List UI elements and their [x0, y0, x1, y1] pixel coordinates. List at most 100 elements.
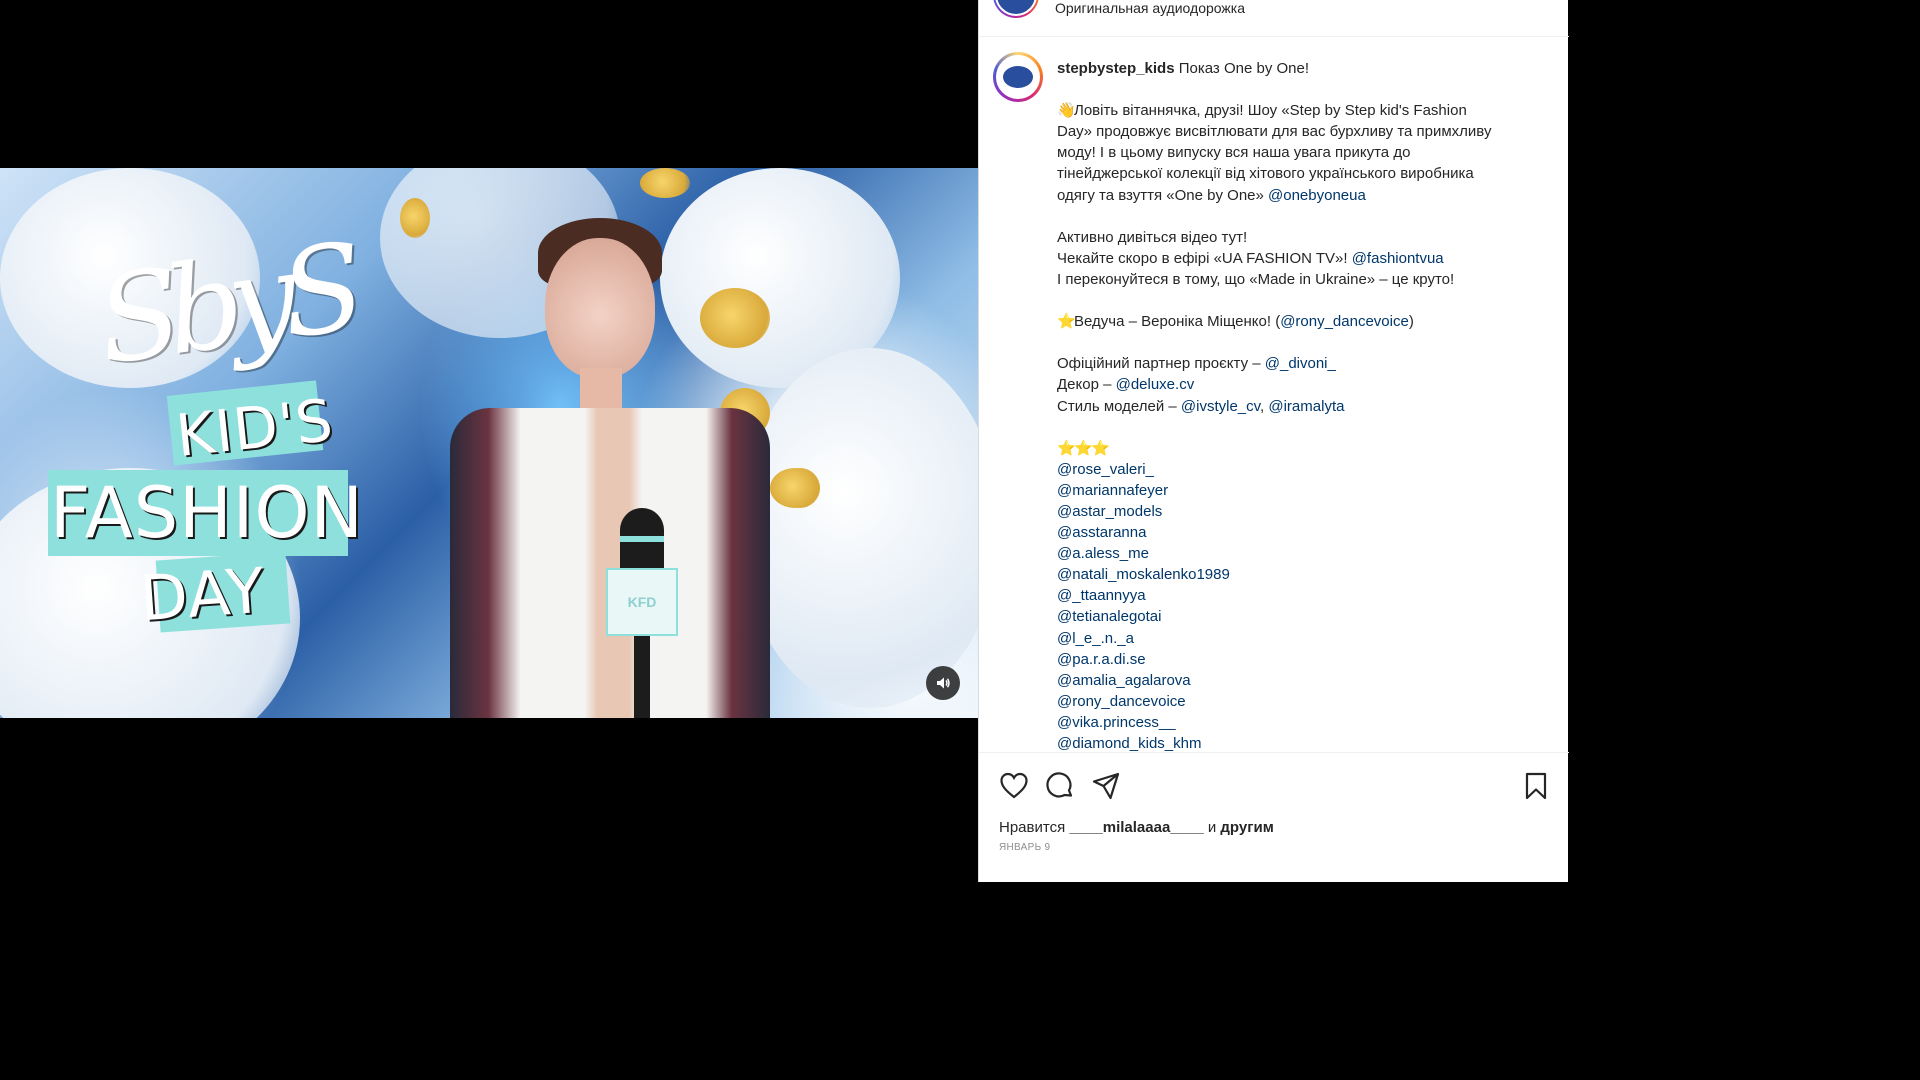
caption-text: Декор – — [1057, 376, 1116, 394]
caption-line: @rose_valeri_ — [1057, 459, 1537, 480]
mention-link[interactable]: @rony_dancevoice — [1280, 313, 1409, 330]
caption-line: Day» продовжує висвітлювати для вас бурх… — [1057, 121, 1537, 142]
audio-row: Оригинальная аудиодорожка — [979, 0, 1569, 37]
caption-text: Чекайте скоро в ефірі «UA FASHION TV»! — [1057, 249, 1352, 267]
emoji: ⭐ — [1091, 439, 1110, 457]
likes-others-link[interactable]: другим — [1220, 819, 1273, 836]
mention-link[interactable]: @_divoni_ — [1265, 355, 1336, 372]
caption-line — [1057, 290, 1537, 311]
presenter-jacket — [450, 408, 770, 718]
likes-prefix: Нравится — [999, 819, 1066, 836]
caption-line: ⭐Ведуча – Вероніка Міщенко! (@rony_dance… — [1057, 311, 1537, 332]
caption-area[interactable]: stepbystep_kids Показ One by One! 👋Ловіть… — [979, 38, 1569, 752]
caption-text: ) — [1408, 313, 1414, 331]
caption-line — [1057, 79, 1537, 100]
presenter-face — [545, 238, 655, 378]
mic-ring — [620, 536, 664, 542]
caption-line: тінейджерської колекції від хітового укр… — [1057, 163, 1537, 184]
caption-line: @rony_dancevoice — [1057, 691, 1537, 712]
mention-link[interactable]: @vika.princess__ — [1057, 714, 1176, 731]
logo-script: SbyS — [89, 219, 360, 392]
mention-link[interactable]: @onebyoneua — [1268, 187, 1366, 204]
caption-line: І переконуйтеся в тому, що «Made in Ukra… — [1057, 269, 1537, 290]
caption-line: @asstaranna — [1057, 522, 1537, 543]
action-bar: Нравится ____milalaaaa____ и другим ЯНВА… — [979, 752, 1569, 882]
emoji: ⭐ — [1074, 439, 1093, 457]
presenter: KFD — [430, 218, 810, 718]
caption-line — [1057, 206, 1537, 227]
author-avatar[interactable] — [993, 52, 1043, 102]
caption-line: одягу та взуття «One by One» @onebyoneua — [1057, 185, 1537, 206]
caption-line: Офіційний партнер проєкту – @_divoni_ — [1057, 353, 1537, 374]
caption-line: @astar_models — [1057, 501, 1537, 522]
caption-line: @pa.r.a.di.se — [1057, 649, 1537, 670]
caption-line: @vika.princess__ — [1057, 712, 1537, 733]
audio-label[interactable]: Оригинальная аудиодорожка — [1055, 0, 1245, 16]
caption-line — [1057, 417, 1537, 438]
caption-line: @l_e_.n._a — [1057, 628, 1537, 649]
microphone: KFD — [606, 508, 678, 718]
emoji: ⭐ — [1057, 439, 1076, 457]
author-username[interactable]: stepbystep_kids — [1057, 60, 1179, 77]
emoji: 👋 — [1057, 102, 1076, 120]
mention-link[interactable]: @tetianalegotai — [1057, 608, 1161, 625]
mute-button[interactable] — [926, 666, 960, 700]
caption-text: Активно дивіться відео тут! — [1057, 228, 1248, 246]
mention-link[interactable]: @l_e_.n._a — [1057, 630, 1134, 647]
mention-link[interactable]: @natali_moskalenko1989 — [1057, 566, 1230, 583]
mention-link[interactable]: @a.aless_me — [1057, 545, 1149, 562]
caption-text: Стиль моделей – — [1057, 397, 1181, 415]
flower-decor — [640, 168, 690, 198]
caption-text: моду! І в цьому випуску вся наша увага п… — [1057, 144, 1411, 162]
flower-decor — [400, 198, 430, 238]
caption-line — [1057, 332, 1537, 353]
post-caption: stepbystep_kids Показ One by One! 👋Ловіть… — [1057, 58, 1537, 752]
mention-link[interactable]: @diamond_kids_khm — [1057, 735, 1201, 752]
mention-link[interactable]: @_ttaannyya — [1057, 587, 1146, 604]
header-avatar[interactable] — [993, 0, 1039, 18]
caption-text: одягу та взуття «One by One» — [1057, 186, 1269, 204]
caption-line: @amalia_agalarova — [1057, 670, 1537, 691]
caption-text: Офіційний партнер проєкту – — [1057, 355, 1265, 373]
mention-link[interactable]: @rony_dancevoice — [1057, 693, 1186, 710]
caption-text: Ведуча – Вероніка Міщенко! ( — [1074, 313, 1281, 331]
send-icon[interactable] — [1091, 771, 1121, 801]
mention-link[interactable]: @astar_models — [1057, 503, 1162, 520]
mention-link[interactable]: @ivstyle_cv — [1181, 398, 1260, 415]
likes-summary: Нравится ____milalaaaa____ и другим — [999, 819, 1274, 836]
mention-link[interactable]: @fashiontvua — [1352, 250, 1444, 267]
mention-link[interactable]: @pa.r.a.di.se — [1057, 651, 1146, 668]
comment-icon[interactable] — [1045, 771, 1075, 801]
logo-word-day: DAY — [137, 553, 268, 636]
heart-icon[interactable] — [999, 771, 1029, 801]
caption-line: Чекайте скоро в ефірі «UA FASHION TV»! @… — [1057, 248, 1537, 269]
speaker-icon — [937, 677, 950, 689]
logo-word-fashion: FASHION — [50, 472, 364, 554]
mention-link[interactable]: @rose_valeri_ — [1057, 461, 1154, 478]
caption-line: @a.aless_me — [1057, 543, 1537, 564]
caption-line: Стиль моделей – @ivstyle_cv, @iramalyta — [1057, 396, 1537, 417]
mention-link[interactable]: @asstaranna — [1057, 524, 1146, 541]
caption-text: Day» продовжує висвітлювати для вас бурх… — [1057, 123, 1492, 141]
likes-middle: и — [1207, 819, 1217, 836]
bookmark-icon[interactable] — [1521, 771, 1551, 801]
caption-line: stepbystep_kids Показ One by One! — [1057, 58, 1537, 79]
mention-link[interactable]: @iramalyta — [1268, 398, 1344, 415]
show-logo: SbyS KID'S FASHION DAY — [40, 208, 363, 635]
emoji: ⭐ — [1057, 313, 1076, 331]
caption-line: моду! І в цьому випуску вся наша увага п… — [1057, 142, 1537, 163]
mic-handle — [634, 636, 650, 718]
caption-text: І переконуйтеся в тому, що «Made in Ukra… — [1057, 270, 1455, 288]
likes-user-link[interactable]: ____milalaaaa____ — [1069, 819, 1203, 836]
video-player[interactable]: SbyS KID'S FASHION DAY KFD — [0, 168, 978, 718]
mention-link[interactable]: @deluxe.cv — [1116, 376, 1195, 393]
mention-link[interactable]: @amalia_agalarova — [1057, 672, 1191, 689]
mention-link[interactable]: @mariannafeyer — [1057, 482, 1168, 499]
caption-line: @diamond_kids_khm — [1057, 733, 1537, 752]
caption-text: Показ One by One! — [1178, 60, 1310, 77]
caption-line: Декор – @deluxe.cv — [1057, 374, 1537, 395]
caption-text: Ловіть вітаннячка, друзі! Шоу «Step by S… — [1074, 102, 1467, 120]
post-date[interactable]: ЯНВАРЬ 9 — [999, 842, 1050, 853]
caption-line: @tetianalegotai — [1057, 606, 1537, 627]
mic-flag: KFD — [606, 568, 678, 636]
